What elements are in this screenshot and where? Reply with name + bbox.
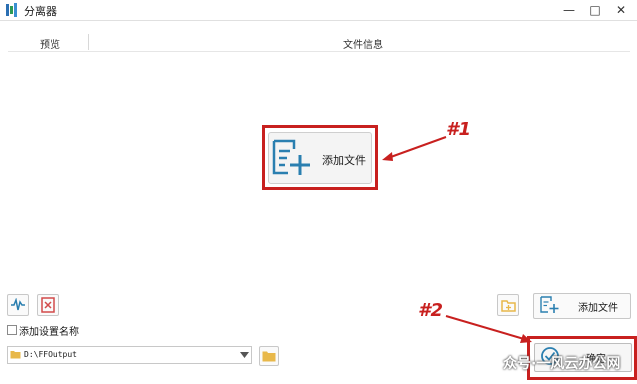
column-divider[interactable] — [88, 34, 89, 50]
title-bar — [0, 0, 637, 20]
add-settings-name-checkbox[interactable] — [7, 325, 17, 335]
split-tool-button[interactable] — [7, 294, 29, 316]
title-separator — [0, 20, 637, 21]
browse-folder-button[interactable] — [259, 346, 279, 366]
folder-icon — [262, 351, 276, 362]
close-button[interactable]: ✕ — [609, 0, 633, 20]
add-document-icon-small — [540, 296, 559, 313]
file-table-header — [8, 35, 630, 52]
window-title: 分离器 — [24, 5, 57, 18]
add-settings-name-label: 添加设置名称 — [19, 327, 79, 338]
watermark-text: 众号·一风云办公网 — [503, 356, 621, 372]
annotation-arrow-1 — [382, 136, 447, 161]
annotation-label-2: #2 — [418, 300, 444, 321]
folder-icon — [10, 351, 21, 359]
folder-add-icon — [500, 299, 516, 312]
waveform-icon — [11, 298, 25, 311]
output-path-text: D:\FFOutput — [24, 350, 77, 359]
remove-file-button[interactable] — [37, 294, 59, 316]
column-file-info[interactable]: 文件信息 — [343, 36, 383, 51]
add-file-label: 添加文件 — [578, 303, 618, 314]
chevron-down-icon[interactable] — [240, 352, 249, 358]
delete-file-icon — [41, 297, 55, 313]
annotation-box-1 — [262, 125, 378, 190]
maximize-button[interactable]: □ — [583, 0, 607, 20]
annotation-arrow-2 — [445, 315, 532, 343]
minimize-button[interactable]: — — [557, 0, 581, 20]
app-icon — [6, 3, 17, 17]
column-preview[interactable]: 预览 — [40, 36, 60, 51]
